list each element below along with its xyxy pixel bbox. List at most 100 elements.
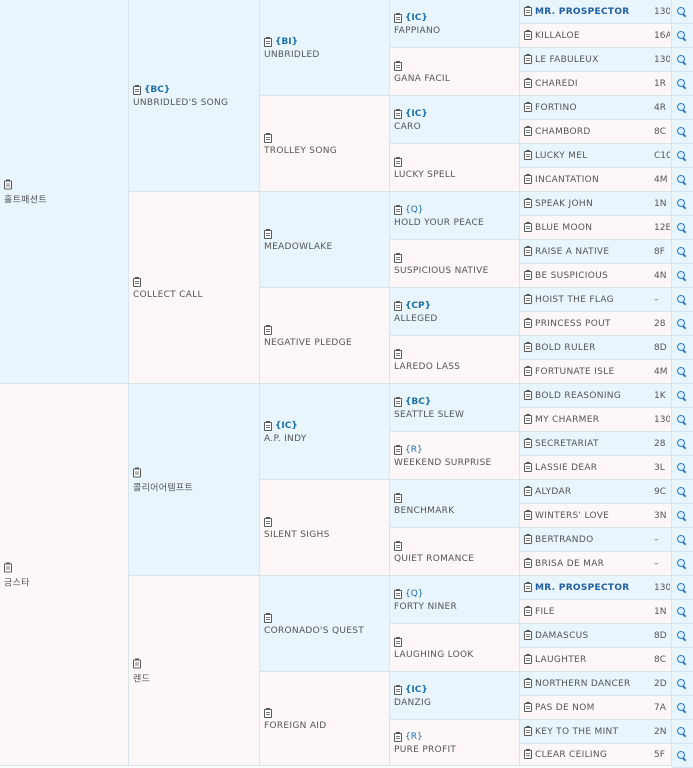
- search-pedigree-button[interactable]: [672, 432, 693, 456]
- horse-name[interactable]: GANA FACIL: [394, 74, 450, 84]
- horse-cell-gen5[interactable]: FORTINO 4R: [520, 96, 672, 120]
- horse-name[interactable]: HOLD YOUR PEACE: [394, 218, 484, 228]
- horse-cell-gen4[interactable]: SUSPICIOUS NATIVE: [390, 240, 520, 288]
- horse-name[interactable]: 콜리어어템프트: [133, 480, 193, 493]
- search-pedigree-button[interactable]: [672, 168, 693, 192]
- horse-name[interactable]: QUIET ROMANCE: [394, 554, 474, 564]
- horse-name[interactable]: TROLLEY SONG: [264, 146, 337, 156]
- horse-name-link[interactable]: BRISA DE MAR: [535, 559, 604, 569]
- horse-name[interactable]: A.P. INDY: [264, 434, 307, 444]
- horse-cell-gen4[interactable]: {IC} CARO: [390, 96, 520, 144]
- clipboard-icon[interactable]: [524, 366, 532, 376]
- horse-cell-gen5[interactable]: PRINCESS POUT 28: [520, 312, 672, 336]
- clipboard-icon[interactable]: [524, 726, 532, 736]
- horse-name-link[interactable]: MR. PROSPECTOR: [535, 583, 630, 593]
- horse-name-link[interactable]: LAUGHTER: [535, 655, 587, 665]
- horse-name[interactable]: SUSPICIOUS NATIVE: [394, 266, 489, 276]
- clipboard-icon[interactable]: [133, 658, 141, 668]
- horse-name[interactable]: UNBRIDLED: [264, 50, 320, 60]
- horse-name[interactable]: 금스타: [4, 575, 30, 588]
- clipboard-icon[interactable]: [524, 534, 532, 544]
- horse-cell-gen5[interactable]: MR. PROSPECTOR 130: [520, 0, 672, 24]
- clipboard-icon[interactable]: [264, 324, 272, 335]
- horse-cell-gen3[interactable]: FOREIGN AID: [260, 672, 390, 766]
- horse-name-link[interactable]: PAS DE NOM: [535, 703, 595, 713]
- clipboard-icon[interactable]: [394, 636, 402, 647]
- horse-cell-gen4[interactable]: LUCKY SPELL: [390, 144, 520, 192]
- horse-cell-gen5[interactable]: CHAMBORD 8C: [520, 120, 672, 144]
- horse-cell-gen5[interactable]: KEY TO THE MINT 2N: [520, 720, 672, 744]
- horse-name-link[interactable]: BOLD REASONING: [535, 391, 621, 401]
- horse-cell-gen4[interactable]: GANA FACIL: [390, 48, 520, 96]
- horse-name[interactable]: CARO: [394, 122, 428, 132]
- clipboard-icon[interactable]: [524, 294, 532, 304]
- clipboard-icon[interactable]: [524, 126, 532, 136]
- horse-name[interactable]: ALLEGED: [394, 314, 438, 324]
- horse-cell-gen3[interactable]: TROLLEY SONG: [260, 96, 390, 192]
- horse-name-link[interactable]: SPEAK JOHN: [535, 199, 593, 209]
- clipboard-icon[interactable]: [524, 749, 532, 759]
- horse-cell-gen1[interactable]: 홀트패션트: [0, 0, 129, 384]
- horse-name[interactable]: MEADOWLAKE: [264, 242, 333, 252]
- clipboard-icon[interactable]: [524, 342, 532, 352]
- clipboard-icon[interactable]: [394, 300, 402, 311]
- search-pedigree-button[interactable]: [672, 0, 693, 24]
- horse-name-link[interactable]: MY CHARMER: [535, 415, 599, 425]
- horse-cell-gen4[interactable]: LAREDO LASS: [390, 336, 520, 384]
- clipboard-icon[interactable]: [264, 707, 272, 718]
- horse-cell-gen5[interactable]: FILE 1N: [520, 600, 672, 624]
- clipboard-icon[interactable]: [524, 246, 532, 256]
- horse-name-link[interactable]: CLEAR CEILING: [535, 750, 607, 760]
- clipboard-icon[interactable]: [394, 396, 402, 407]
- search-pedigree-button[interactable]: [672, 336, 693, 360]
- clipboard-icon[interactable]: [524, 390, 532, 400]
- horse-name[interactable]: BENCHMARK: [394, 506, 454, 516]
- horse-name[interactable]: FOREIGN AID: [264, 721, 326, 731]
- horse-cell-gen4[interactable]: {IC} DANZIG: [390, 672, 520, 720]
- horse-name-link[interactable]: LASSIE DEAR: [535, 463, 597, 473]
- horse-name-link[interactable]: FORTUNATE ISLE: [535, 367, 614, 377]
- horse-name[interactable]: LAUGHING LOOK: [394, 650, 474, 660]
- horse-name[interactable]: FAPPIANO: [394, 26, 440, 36]
- horse-cell-gen5[interactable]: SECRETARIAT 28: [520, 432, 672, 456]
- horse-name-link[interactable]: NORTHERN DANCER: [535, 679, 631, 689]
- clipboard-icon[interactable]: [524, 318, 532, 328]
- horse-name-link[interactable]: HOIST THE FLAG: [535, 295, 614, 305]
- search-pedigree-button[interactable]: [672, 528, 693, 552]
- horse-cell-gen2[interactable]: 콜리어어템프트: [129, 384, 260, 576]
- horse-cell-gen5[interactable]: BOLD REASONING 1K: [520, 384, 672, 408]
- horse-cell-gen5[interactable]: BRISA DE MAR –: [520, 552, 672, 576]
- clipboard-icon[interactable]: [524, 270, 532, 280]
- horse-name[interactable]: SEATTLE SLEW: [394, 410, 464, 420]
- search-pedigree-button[interactable]: [672, 672, 693, 696]
- clipboard-icon[interactable]: [264, 516, 272, 527]
- search-pedigree-button[interactable]: [672, 120, 693, 144]
- search-pedigree-button[interactable]: [672, 648, 693, 672]
- search-pedigree-button[interactable]: [672, 264, 693, 288]
- clipboard-icon[interactable]: [133, 276, 141, 287]
- search-pedigree-button[interactable]: [672, 96, 693, 120]
- horse-name-link[interactable]: MR. PROSPECTOR: [535, 7, 630, 17]
- horse-cell-gen4[interactable]: {R} WEEKEND SURPRISE: [390, 432, 520, 480]
- clipboard-icon[interactable]: [4, 179, 12, 189]
- search-pedigree-button[interactable]: [672, 408, 693, 432]
- horse-name[interactable]: SILENT SIGHS: [264, 530, 330, 540]
- horse-cell-gen5[interactable]: FORTUNATE ISLE 4M: [520, 360, 672, 384]
- horse-cell-gen5[interactable]: LUCKY MEL C10: [520, 144, 672, 168]
- horse-cell-gen5[interactable]: RAISE A NATIVE 8F: [520, 240, 672, 264]
- horse-name[interactable]: PURE PROFIT: [394, 745, 456, 755]
- horse-name-link[interactable]: FILE: [535, 607, 555, 617]
- horse-name[interactable]: LUCKY SPELL: [394, 170, 456, 180]
- horse-cell-gen5[interactable]: INCANTATION 4M: [520, 168, 672, 192]
- clipboard-icon[interactable]: [524, 198, 532, 208]
- horse-cell-gen5[interactable]: NORTHERN DANCER 2D: [520, 672, 672, 696]
- horse-name-link[interactable]: BERTRANDO: [535, 535, 593, 545]
- horse-cell-gen2[interactable]: COLLECT CALL: [129, 192, 260, 384]
- clipboard-icon[interactable]: [394, 108, 402, 119]
- search-pedigree-button[interactable]: [672, 576, 693, 600]
- horse-name-link[interactable]: FORTINO: [535, 103, 577, 113]
- clipboard-icon[interactable]: [524, 30, 532, 40]
- clipboard-icon[interactable]: [524, 558, 532, 568]
- horse-name[interactable]: CORONADO'S QUEST: [264, 626, 364, 636]
- horse-cell-gen4[interactable]: LAUGHING LOOK: [390, 624, 520, 672]
